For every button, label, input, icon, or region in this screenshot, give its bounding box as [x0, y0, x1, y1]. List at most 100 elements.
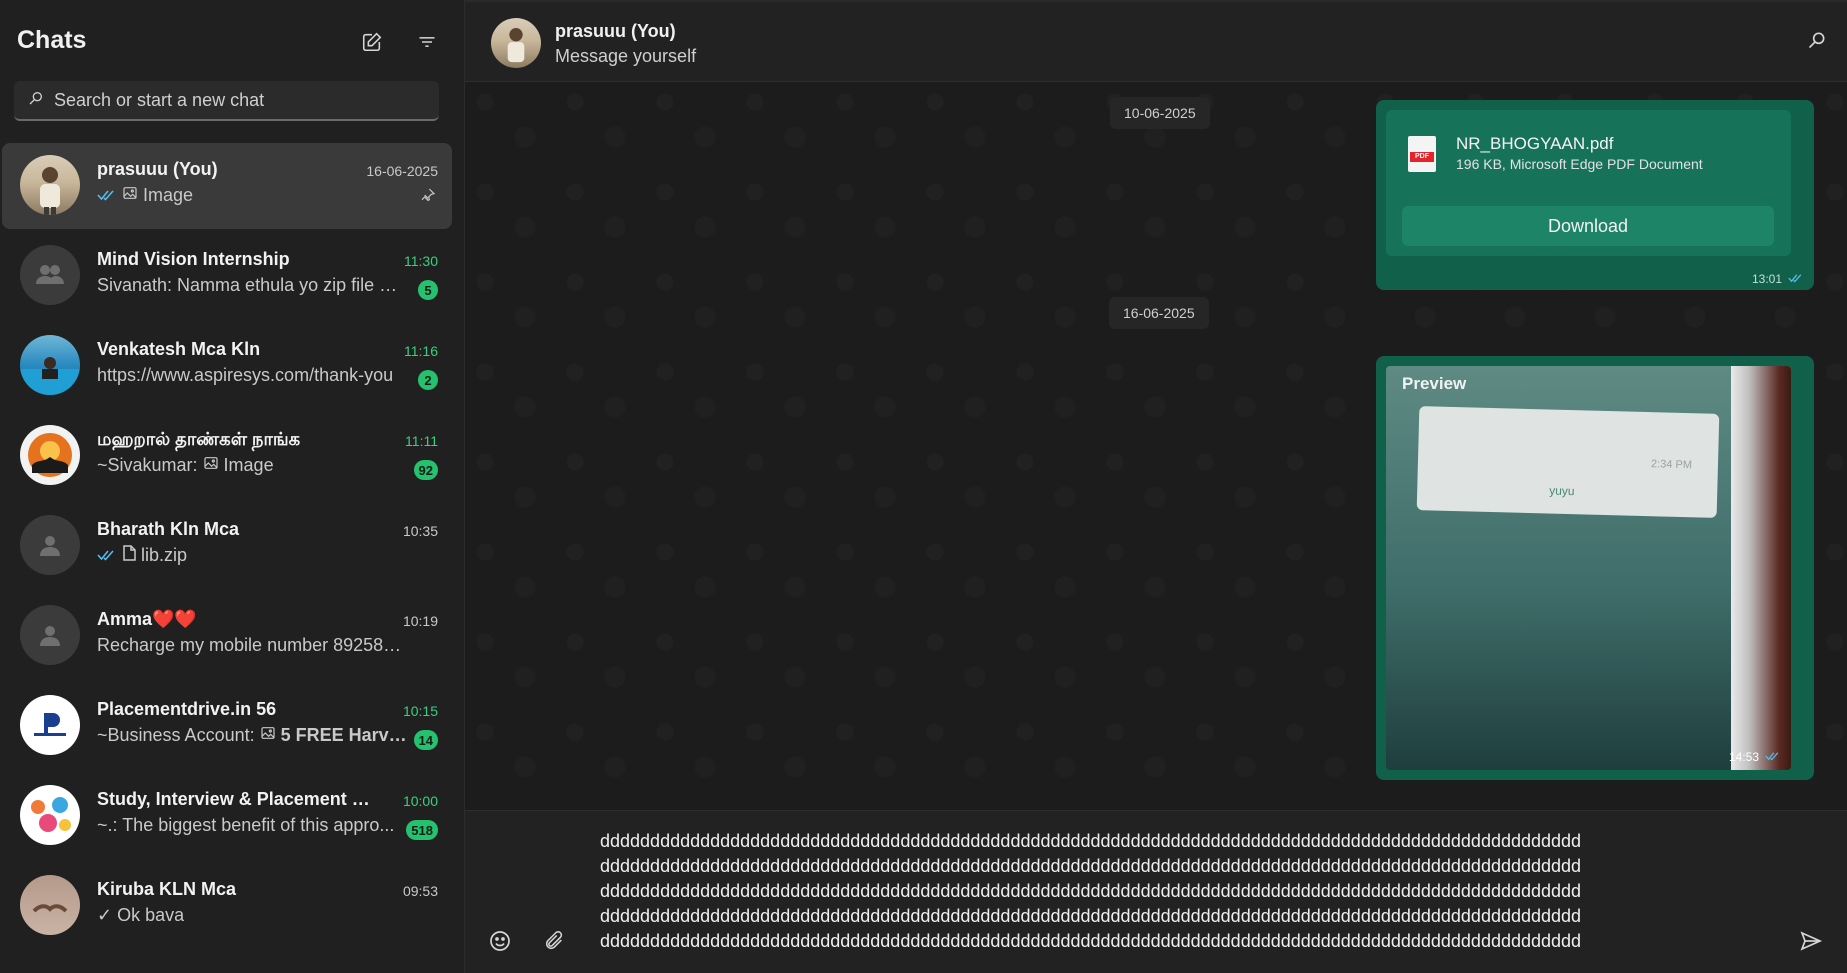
message-meta: 14:53 [1729, 750, 1781, 764]
chat-item-placementdrive[interactable]: Placementdrive.in 56 ~Business Account: … [2, 683, 452, 769]
chat-item-mind-vision[interactable]: Mind Vision Internship Sivanath: Namma e… [2, 233, 452, 319]
chat-name: Kiruba KLN Mca [97, 879, 237, 899]
avatar [20, 425, 80, 485]
unread-badge: 5 [418, 280, 438, 300]
chat-preview-text: lib.zip [141, 545, 188, 565]
chat-name: Placementdrive.in 56 [97, 699, 277, 719]
chat-item-amma[interactable]: Amma❤️❤️ Recharge my mobile number 89258… [2, 593, 452, 679]
image-icon [203, 455, 219, 476]
conversation-title: prasuuu (You) [555, 21, 676, 41]
document-card[interactable]: PDF NR_BHOGYAAN.pdf 196 KB, Microsoft Ed… [1386, 110, 1791, 256]
avatar [20, 785, 80, 845]
chat-name: Bharath Kln Mca [97, 519, 240, 539]
double-check-icon [97, 185, 117, 206]
chat-preview: ~.: The biggest benefit of this appro... [97, 815, 407, 836]
chat-item-bharath[interactable]: Bharath Kln Mca lib.zip 10:35 [2, 503, 452, 589]
chat-name: Venkatesh Mca Kln [97, 339, 261, 359]
avatar [20, 155, 80, 215]
pdf-file-icon: PDF [1408, 136, 1436, 172]
document-meta: 196 KB, Microsoft Edge PDF Document [1456, 156, 1703, 172]
pdf-badge: PDF [1410, 152, 1434, 162]
chat-name: prasuuu (You) [97, 159, 218, 179]
image-icon [260, 725, 276, 746]
message-area[interactable]: 10-06-2025 PDF NR_BHOGYAAN.pdf 196 KB, M… [465, 82, 1847, 810]
search-icon [28, 90, 44, 111]
emoji-icon[interactable] [482, 923, 518, 959]
image-inner-link: yuyu [1549, 483, 1575, 499]
chat-preview: ✓ Ok bava [97, 905, 407, 926]
conversation-header[interactable]: prasuuu (You) Message yourself [465, 0, 1847, 82]
document-name: NR_BHOGYAAN.pdf [1456, 134, 1614, 153]
chat-sidebar: Chats prasuuu (You) [0, 0, 465, 973]
chat-preview-text: Sivanath: Namma ethula yo zip file up... [97, 275, 407, 295]
double-check-icon [1788, 272, 1804, 286]
search-box[interactable] [14, 81, 439, 121]
chat-preview: Recharge my mobile number 89258180... [97, 635, 407, 656]
chat-preview-text: https://www.aspiresys.com/thank-you [97, 365, 394, 385]
chat-time: 10:35 [402, 523, 438, 539]
image-icon [122, 185, 138, 206]
chat-time: 10:15 [402, 703, 438, 719]
new-chat-icon[interactable] [356, 26, 388, 58]
chat-preview-text: Recharge my mobile number 89258180... [97, 635, 407, 655]
chat-preview-text: Image [143, 185, 194, 205]
chat-preview: https://www.aspiresys.com/thank-you [97, 365, 407, 386]
chat-name: மஹறால் தாண்கள் நாங்க [97, 429, 301, 449]
chat-item-self[interactable]: prasuuu (You) Image 16-06-2025 [2, 143, 452, 229]
avatar [20, 695, 80, 755]
chat-name: Mind Vision Internship [97, 249, 290, 269]
chat-list: prasuuu (You) Image 16-06-2025 Mind Visi… [2, 143, 452, 953]
chat-item-tamil-group[interactable]: மஹறால் தாண்கள் நாங்க ~Sivakumar: Image 1… [2, 413, 452, 499]
attach-icon[interactable] [536, 923, 572, 959]
chat-time: 09:53 [402, 883, 438, 899]
chat-time: 16-06-2025 [366, 163, 438, 179]
chat-name: Amma❤️❤️ [97, 609, 197, 629]
chat-time: 11:30 [404, 253, 438, 269]
chat-preview-text: ~.: The biggest benefit of this appro... [97, 815, 395, 835]
unread-badge: 92 [413, 460, 438, 480]
date-separator: 16-06-2025 [1109, 297, 1209, 329]
default-avatar-icon [20, 515, 80, 575]
chat-preview-text: 5 FREE Harva... [280, 725, 407, 745]
message-time: 13:01 [1751, 272, 1782, 286]
filter-icon[interactable] [411, 26, 443, 58]
image-attachment[interactable]: Preview 2:34 PM yuyu 14:53 [1386, 366, 1791, 770]
message-composer: dddddddddddddddddddddddddddddddddddddddd… [465, 810, 1847, 973]
search-icon[interactable] [1807, 30, 1827, 55]
default-avatar-icon [20, 605, 80, 665]
image-edge [1731, 366, 1791, 770]
double-check-icon [1765, 750, 1781, 764]
image-preview-label: Preview [1402, 374, 1467, 393]
pin-icon [420, 187, 436, 208]
chat-item-study-interview[interactable]: Study, Interview & Placement Ma... ~.: T… [2, 773, 452, 859]
sidebar-header: Chats [0, 0, 465, 80]
chat-preview-sender: ~Sivakumar: [97, 455, 198, 475]
message-meta: 13:01 [1752, 272, 1804, 286]
avatar [20, 335, 80, 395]
message-input[interactable]: dddddddddddddddddddddddddddddddddddddddd… [600, 829, 1775, 965]
search-input[interactable] [54, 89, 414, 111]
chat-preview: ~Sivakumar: Image [97, 455, 407, 476]
chat-preview: Image [97, 185, 407, 206]
send-icon[interactable] [1793, 923, 1829, 959]
document-message[interactable]: PDF NR_BHOGYAAN.pdf 196 KB, Microsoft Ed… [1376, 100, 1814, 290]
chat-preview: ~Business Account: 5 FREE Harva... [97, 725, 407, 746]
chat-name: Study, Interview & Placement Ma... [97, 789, 377, 809]
file-icon [122, 545, 136, 566]
chat-preview-sender: ~Business Account: [97, 725, 255, 745]
download-button[interactable]: Download [1402, 206, 1774, 246]
avatar[interactable] [491, 18, 541, 68]
chat-item-venkatesh[interactable]: Venkatesh Mca Kln https://www.aspiresys.… [2, 323, 452, 409]
message-time: 14:53 [1728, 750, 1759, 764]
chat-item-kiruba[interactable]: Kiruba KLN Mca ✓ Ok bava 09:53 [2, 863, 452, 949]
avatar [20, 875, 80, 935]
chat-time: 11:16 [404, 343, 438, 359]
chat-preview-text: Image [223, 455, 274, 475]
image-message[interactable]: Preview 2:34 PM yuyu 14:53 [1376, 356, 1814, 780]
image-inner-time: 2:34 PM [1650, 458, 1693, 472]
date-separator: 10-06-2025 [1110, 97, 1210, 129]
chat-preview-text: ✓ Ok bava [97, 905, 185, 925]
chat-preview: Sivanath: Namma ethula yo zip file up... [97, 275, 407, 296]
conversation-subtitle: Message yourself [555, 46, 697, 66]
sidebar-title: Chats [17, 26, 87, 54]
